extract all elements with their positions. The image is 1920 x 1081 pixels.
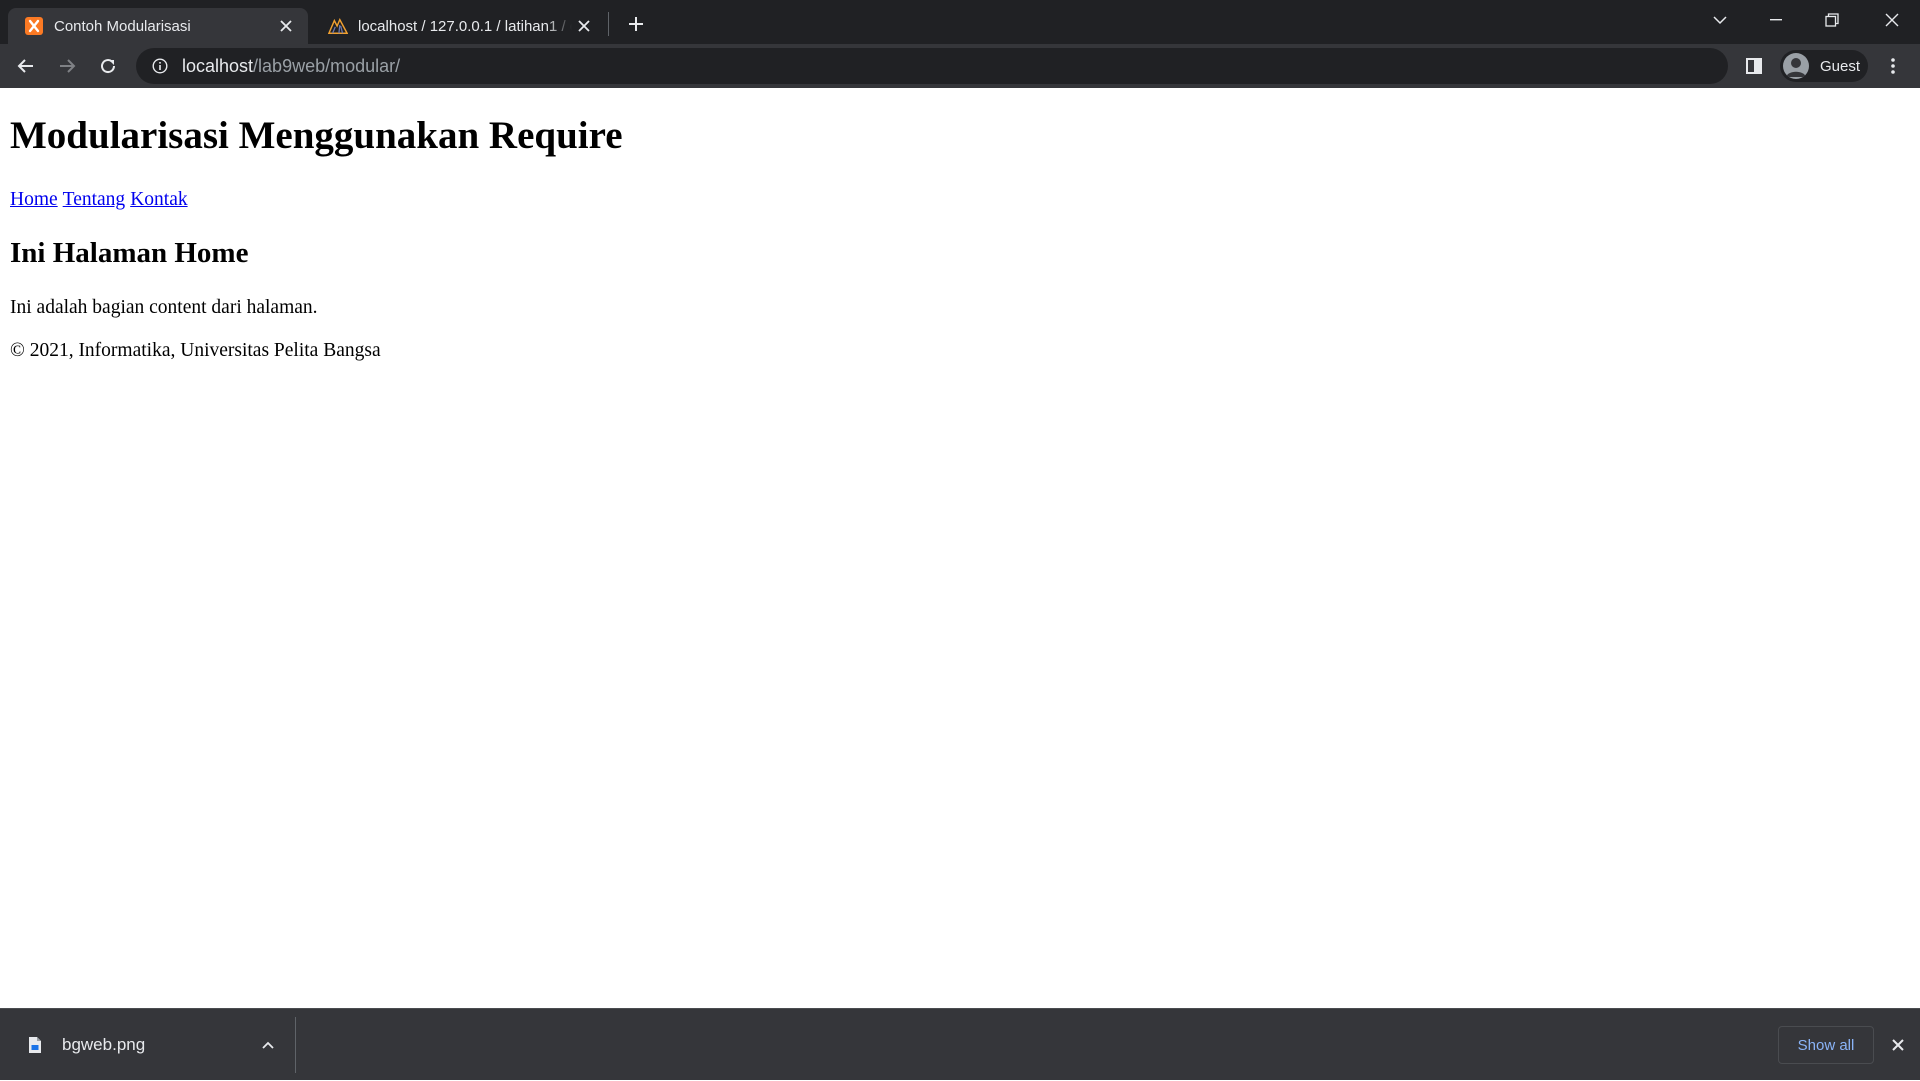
new-tab-button[interactable] [620, 8, 652, 40]
menu-button[interactable] [1877, 50, 1909, 82]
close-window-button[interactable] [1864, 0, 1920, 40]
arrow-left-icon [17, 59, 33, 73]
page-title: Modularisasi Menggunakan Require [10, 114, 623, 157]
page-viewport: Modularisasi Menggunakan Require Home Ten… [0, 88, 1920, 1008]
close-tab-icon[interactable] [572, 14, 596, 38]
reload-icon [101, 59, 116, 74]
image-file-icon [24, 1034, 46, 1056]
tab-contoh-modularisasi[interactable]: Contoh Modularisasi [8, 8, 308, 44]
profile-label: Guest [1820, 57, 1861, 75]
tab-title: localhost / 127.0.0.1 / latihan1 / d [358, 17, 572, 35]
forward-button[interactable] [51, 50, 83, 82]
restore-icon [1825, 13, 1839, 27]
shelf-separator [295, 1017, 296, 1073]
close-icon [1885, 13, 1899, 27]
tab-phpmyadmin[interactable]: localhost / 127.0.0.1 / latihan1 / d [312, 8, 606, 44]
tab-search-button[interactable] [1692, 0, 1748, 40]
close-shelf-button[interactable] [1884, 1031, 1912, 1059]
close-icon [1892, 1039, 1904, 1051]
nav-link-tentang[interactable]: Tentang [63, 189, 126, 210]
back-button[interactable] [10, 50, 42, 82]
download-shelf: bgweb.png Show all [0, 1008, 1920, 1080]
nav-link-kontak[interactable]: Kontak [130, 189, 187, 210]
address-bar[interactable]: localhost/lab9web/modular/ [136, 48, 1728, 84]
close-tab-icon[interactable] [274, 14, 298, 38]
arrow-right-icon [60, 59, 76, 73]
tab-strip: Contoh Modularisasi localhost / 127.0.0.… [0, 0, 1920, 44]
footer-text: © 2021, Informatika, Universitas Pelita … [10, 340, 381, 361]
download-file-name: bgweb.png [62, 1035, 146, 1054]
download-item[interactable]: bgweb.png [0, 1009, 296, 1081]
phpmyadmin-icon [328, 16, 348, 36]
plus-icon [629, 17, 643, 31]
side-panel-icon [1746, 58, 1762, 74]
chevron-up-icon[interactable] [254, 1031, 282, 1059]
url-path: /lab9web/modular/ [253, 55, 401, 76]
browser-chrome: Contoh Modularisasi localhost / 127.0.0.… [0, 0, 1920, 88]
xampp-icon [24, 16, 44, 36]
avatar [1783, 53, 1809, 79]
person-icon [1786, 58, 1806, 77]
restore-button[interactable] [1804, 0, 1860, 40]
site-nav: Home Tentang Kontak [10, 190, 193, 210]
side-panel-button[interactable] [1738, 50, 1770, 82]
profile-button[interactable]: Guest [1780, 50, 1868, 82]
info-icon[interactable] [150, 56, 170, 76]
minimize-button[interactable] [1748, 0, 1804, 40]
minimize-icon [1770, 19, 1782, 21]
nav-link-home[interactable]: Home [10, 189, 58, 210]
url-host: localhost [182, 55, 254, 76]
kebab-menu-icon [1891, 58, 1895, 74]
show-all-button[interactable]: Show all [1778, 1026, 1874, 1064]
chevron-down-icon [1713, 16, 1727, 25]
content-text: Ini adalah bagian content dari halaman. [10, 297, 318, 318]
tab-title: Contoh Modularisasi [54, 17, 191, 35]
reload-button[interactable] [92, 50, 124, 82]
page-heading: Ini Halaman Home [10, 237, 249, 269]
tab-separator [608, 12, 609, 36]
browser-toolbar: localhost/lab9web/modular/ Guest [0, 44, 1920, 88]
